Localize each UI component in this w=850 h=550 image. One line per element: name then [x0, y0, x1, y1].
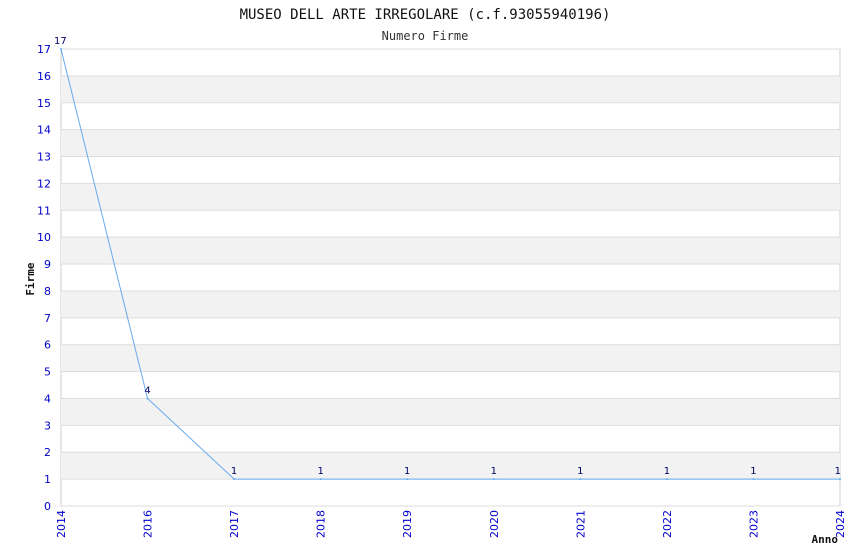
grid-band [61, 237, 840, 265]
data-point [406, 478, 409, 481]
grid-band [61, 344, 840, 372]
y-tick-label: 4 [44, 392, 51, 405]
grid-band [61, 129, 840, 157]
x-axis-ticks: 2014 2016 2017 2018 2019 2020 2021 2022 2023 2024 [55, 510, 847, 538]
chart-title: MUSEO DELL ARTE IRREGOLARE (c.f.93055940… [240, 7, 611, 23]
plot-background [60, 48, 841, 507]
x-tick-label: 2021 [574, 510, 587, 538]
data-label: 1 [231, 466, 237, 477]
data-point [60, 48, 62, 50]
x-tick-label: 2022 [661, 510, 674, 538]
plot-area [60, 48, 841, 507]
x-tick-label: 2017 [228, 510, 241, 538]
y-tick-label: 16 [37, 70, 51, 83]
y-tick-label: 12 [37, 177, 51, 190]
y-axis-ticks: 01234567891011121314151617 [37, 43, 51, 513]
y-tick-label: 14 [37, 124, 51, 137]
y-tick-label: 10 [37, 231, 51, 244]
y-tick-label: 15 [37, 97, 51, 110]
data-point [233, 478, 236, 481]
y-tick-label: 5 [44, 366, 51, 379]
x-tick-label: 2014 [55, 510, 68, 538]
x-tick-label: 2020 [488, 510, 501, 538]
data-label: 1 [317, 466, 323, 477]
data-point [319, 478, 322, 481]
chart: MUSEO DELL ARTE IRREGOLARE (c.f.93055940… [24, 7, 847, 546]
grid-band [61, 290, 840, 318]
data-label: 4 [144, 385, 150, 396]
grid-band [61, 183, 840, 211]
data-label: 1 [835, 466, 841, 477]
y-tick-label: 9 [44, 258, 51, 271]
y-tick-label: 3 [44, 419, 51, 432]
y-tick-label: 8 [44, 285, 51, 298]
data-label: 17 [54, 36, 67, 47]
y-tick-label: 6 [44, 339, 51, 352]
grid-band [61, 75, 840, 103]
grid-band [61, 452, 840, 480]
data-point [839, 478, 841, 481]
chart-subtitle: Numero Firme [382, 29, 469, 43]
x-axis-label: Anno [812, 533, 839, 546]
data-label: 1 [664, 466, 670, 477]
y-tick-label: 2 [44, 446, 51, 459]
data-label: 1 [577, 466, 583, 477]
data-point [146, 397, 149, 400]
data-label: 1 [750, 466, 756, 477]
data-label: 1 [491, 466, 497, 477]
data-label: 1 [404, 466, 410, 477]
x-tick-label: 2016 [142, 510, 155, 538]
data-point [665, 478, 668, 481]
y-tick-label: 0 [44, 500, 51, 513]
grid-band [61, 398, 840, 426]
y-tick-label: 17 [37, 43, 51, 56]
x-tick-label: 2023 [747, 510, 760, 538]
y-tick-label: 11 [37, 204, 51, 217]
y-tick-label: 7 [44, 312, 51, 325]
data-point [492, 478, 495, 481]
y-axis-label: Firme [24, 262, 37, 295]
data-point [579, 478, 582, 481]
y-tick-label: 13 [37, 151, 51, 164]
x-tick-label: 2019 [401, 510, 414, 538]
x-tick-label: 2018 [315, 510, 328, 538]
data-point [752, 478, 755, 481]
y-tick-label: 1 [44, 473, 51, 486]
